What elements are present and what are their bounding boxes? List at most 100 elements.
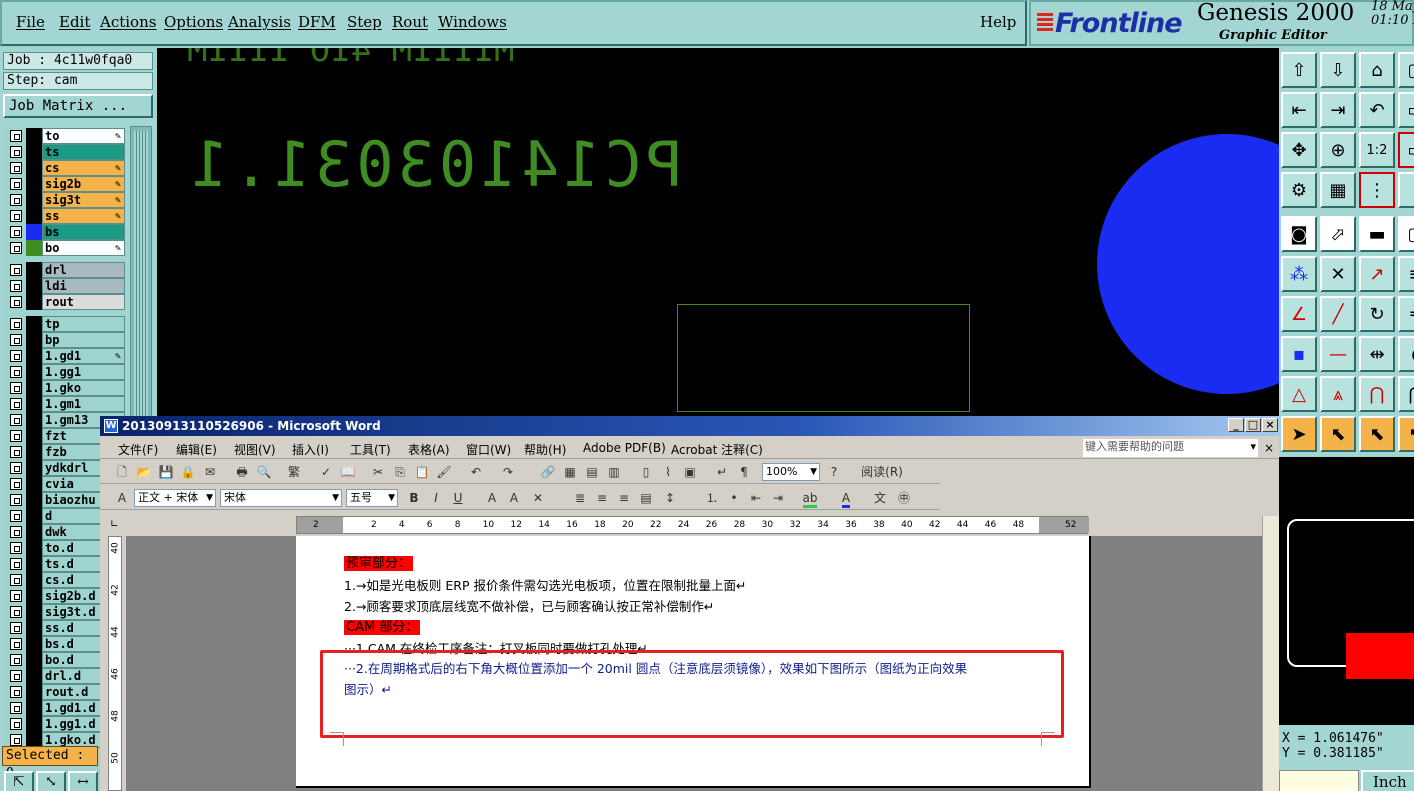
layer-name[interactable]: cs ✎ (42, 160, 125, 176)
layer-checkbox[interactable] (10, 280, 22, 292)
arc-icon[interactable]: ↻ (1359, 296, 1395, 332)
bold-icon[interactable]: B (406, 490, 422, 506)
layer-name[interactable]: drl (42, 262, 125, 278)
layer-color-swatch[interactable] (26, 604, 42, 620)
wmenu-help[interactable]: 帮助(H) (524, 441, 566, 458)
layer-checkbox[interactable] (10, 366, 22, 378)
layer-color-swatch[interactable] (26, 240, 42, 256)
copy-icon[interactable]: ⎘ (392, 464, 408, 480)
menu-windows[interactable]: Windows (438, 13, 507, 31)
layer-checkbox[interactable] (10, 542, 22, 554)
layer-checkbox[interactable] (10, 430, 22, 442)
print-icon[interactable]: 🖶 (234, 464, 250, 480)
center-icon[interactable]: ⊕ (1320, 132, 1356, 168)
pin-icon[interactable]: ◖ (1398, 336, 1414, 372)
close-button[interactable]: × (1262, 418, 1278, 432)
job-matrix-button[interactable]: Job Matrix ... (3, 94, 153, 118)
layer-color-swatch[interactable] (26, 540, 42, 556)
layer-checkbox[interactable] (10, 178, 22, 190)
layer-color-swatch[interactable] (26, 460, 42, 476)
char-shading-icon[interactable]: A (506, 490, 522, 506)
undo-view-icon[interactable]: ↶ (1359, 92, 1395, 128)
box-icon[interactable]: ▢ (1398, 216, 1414, 252)
show-para-icon[interactable]: ¶ (736, 464, 752, 480)
layer-row[interactable]: 1.gm1 (6, 396, 126, 412)
wmenu-table[interactable]: 表格(A) (408, 441, 450, 458)
layer-row[interactable]: bo ✎ (6, 240, 126, 256)
tables-borders-icon[interactable]: ▦ (562, 464, 578, 480)
layer-color-swatch[interactable] (26, 476, 42, 492)
wmenu-adobe-pdf[interactable]: Adobe PDF(B) (583, 441, 666, 455)
layer-checkbox[interactable] (10, 398, 22, 410)
layer-row[interactable]: cs ✎ (6, 160, 126, 176)
layer-name[interactable]: sig3t ✎ (42, 192, 125, 208)
grid-icon[interactable]: ▦ (1320, 172, 1356, 208)
layer-row[interactable]: bs (6, 224, 126, 240)
pan-tool-icon[interactable]: ↔ (68, 771, 98, 791)
layer-color-swatch[interactable] (26, 556, 42, 572)
pointer-box-icon[interactable]: ⬉ (1320, 416, 1356, 452)
font-color-icon[interactable]: A (838, 490, 854, 508)
menu-rout[interactable]: Rout (392, 13, 428, 31)
angle-icon[interactable]: ∠ (1281, 296, 1317, 332)
distribute-icon[interactable]: ▤ (638, 490, 654, 506)
layer-icon[interactable]: ⋮ (1398, 172, 1414, 208)
layer-row[interactable]: ts (6, 144, 126, 160)
style-dropdown-icon[interactable]: ▼ (206, 490, 213, 506)
tab-stop-icon[interactable]: ∟ (110, 519, 118, 530)
help-icon[interactable]: ? (826, 464, 842, 480)
read-mode-button[interactable]: 阅读(R) (852, 464, 912, 480)
save-job-icon[interactable]: ⇩ (1320, 52, 1356, 88)
layer-name[interactable]: bp (42, 332, 125, 348)
layer-color-swatch[interactable] (26, 412, 42, 428)
help-question-input[interactable]: 键入需要帮助的问题 ▾ (1083, 439, 1258, 457)
char-border-icon[interactable]: A (484, 490, 500, 506)
hyperlink-icon[interactable]: 🔗 (540, 464, 556, 480)
pad-tool-icon[interactable]: ◙ (1281, 216, 1317, 252)
snap-icon[interactable]: ⋮ (1359, 172, 1395, 208)
layer-name[interactable]: rout (42, 294, 125, 310)
layer-color-swatch[interactable] (26, 332, 42, 348)
layer-checkbox[interactable] (10, 350, 22, 362)
style-combo[interactable]: 正文 + 宋体 ▼ (134, 489, 216, 507)
highlight-icon[interactable]: ab (802, 490, 818, 508)
connect-icon[interactable]: ⁂ (1281, 256, 1317, 292)
layer-row[interactable]: sig3t ✎ (6, 192, 126, 208)
layer-checkbox[interactable] (10, 638, 22, 650)
menu-options[interactable]: Options (164, 13, 223, 31)
layer-color-swatch[interactable] (26, 128, 42, 144)
new-doc-icon[interactable]: 🗋 (114, 464, 130, 480)
italic-icon[interactable]: I (428, 490, 444, 506)
numbering-icon[interactable]: ⒈ (704, 490, 720, 506)
layer-checkbox[interactable] (10, 654, 22, 666)
drawing-icon[interactable]: ⌇ (660, 464, 676, 480)
layer-color-swatch[interactable] (26, 176, 42, 192)
layer-checkbox[interactable] (10, 130, 22, 142)
layer-color-swatch[interactable] (26, 380, 42, 396)
zoom-combo[interactable]: 100% ▼ (762, 463, 820, 481)
lines-icon[interactable]: ≡ (1398, 256, 1414, 292)
paste-icon[interactable]: 📋 (414, 464, 430, 480)
layer-color-swatch[interactable] (26, 428, 42, 444)
layer-color-swatch[interactable] (26, 160, 42, 176)
wmenu-tools[interactable]: 工具(T) (350, 441, 391, 458)
layer-color-swatch[interactable] (26, 652, 42, 668)
layer-name[interactable]: sig2b ✎ (42, 176, 125, 192)
layer-checkbox[interactable] (10, 494, 22, 506)
columns-icon[interactable]: ▯ (638, 464, 654, 480)
spelling-icon[interactable]: ✓ (318, 464, 334, 480)
redo-icon[interactable]: ↷ (500, 464, 516, 480)
layer-checkbox[interactable] (10, 242, 22, 254)
char-scale-icon[interactable]: ✕ (530, 490, 546, 506)
layer-checkbox[interactable] (10, 478, 22, 490)
minimize-button[interactable]: _ (1228, 418, 1244, 432)
layer-color-swatch[interactable] (26, 294, 42, 310)
vertical-scrollbar[interactable] (1262, 516, 1279, 791)
maximize-button[interactable]: □ (1245, 418, 1261, 432)
red-frame-icon[interactable]: ▭ (1398, 132, 1414, 168)
cut-icon[interactable]: ✂ (370, 464, 386, 480)
font-dropdown-icon[interactable]: ▼ (332, 490, 339, 506)
layer-color-swatch[interactable] (26, 364, 42, 380)
doc-close-icon[interactable]: × (1264, 441, 1274, 455)
zoom-left-icon[interactable]: ⇤ (1281, 92, 1317, 128)
